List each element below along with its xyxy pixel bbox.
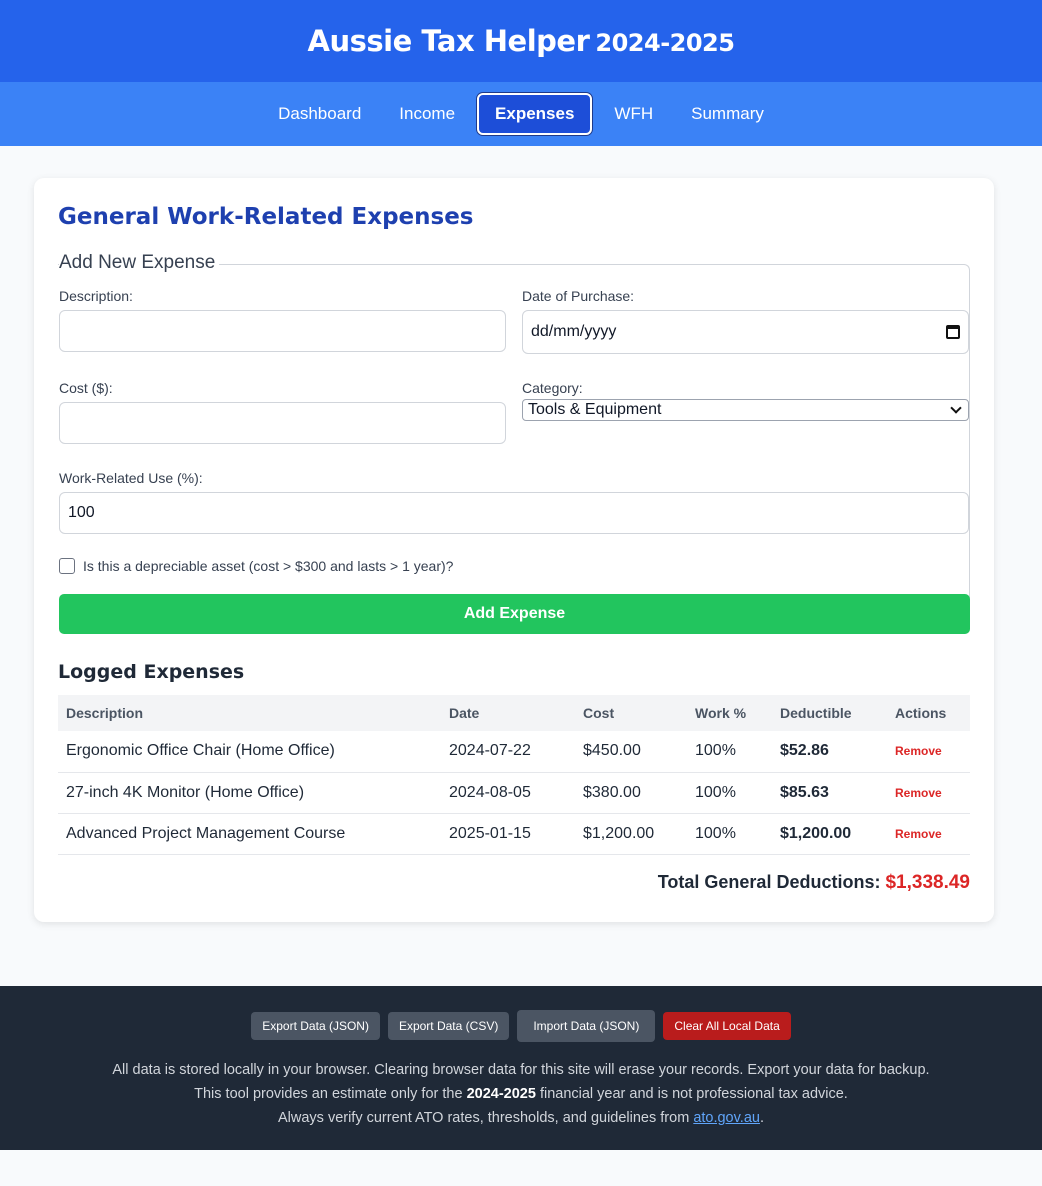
category-label: Category: — [522, 380, 583, 396]
depreciable-checkbox[interactable] — [59, 558, 75, 574]
cell-deductible: $52.86 — [772, 731, 887, 773]
cell-work: 100% — [687, 772, 772, 814]
col-actions: Actions — [887, 695, 970, 731]
tab-summary[interactable]: Summary — [675, 93, 780, 135]
footer-line-3: Always verify current ATO rates, thresho… — [0, 1106, 1042, 1130]
cell-date: 2024-07-22 — [441, 731, 575, 773]
cell-actions: Remove — [887, 772, 970, 814]
date-label: Date of Purchase: — [522, 288, 635, 304]
export-csv-button[interactable]: Export Data (CSV) — [387, 1012, 510, 1040]
cell-description: Advanced Project Management Course — [58, 813, 441, 855]
app-title: Aussie Tax Helper 2024-2025 — [308, 24, 735, 58]
table-header-row: Description Date Cost Work % Deductible … — [58, 695, 970, 731]
work-use-input[interactable]: 100 — [59, 492, 969, 534]
total-deductions: Total General Deductions: $1,338.49 — [658, 872, 970, 894]
footer-buttons: Export Data (JSON) Export Data (CSV) Imp… — [0, 1010, 1042, 1042]
description-label: Description: — [59, 288, 133, 304]
footer-line-2-post: financial year and is not professional t… — [539, 1086, 848, 1102]
remove-button[interactable]: Remove — [895, 786, 942, 800]
depreciable-row: Is this a depreciable asset (cost > $300… — [59, 558, 453, 574]
category-selected: Tools & Equipment — [528, 401, 662, 418]
export-json-button[interactable]: Export Data (JSON) — [251, 1012, 380, 1040]
total-label: Total General Deductions: — [657, 872, 881, 892]
footer: Export Data (JSON) Export Data (CSV) Imp… — [0, 986, 1042, 1150]
footer-line-2: This tool provides an estimate only for … — [0, 1082, 1042, 1106]
work-use-label: Work-Related Use (%): — [59, 470, 203, 486]
cell-actions: Remove — [887, 813, 970, 855]
total-value: $1,338.49 — [885, 872, 970, 893]
app-title-text: Aussie Tax Helper — [307, 24, 590, 58]
footer-line-1: All data is stored locally in your brows… — [112, 1062, 930, 1078]
cell-date: 2025-01-15 — [441, 813, 575, 855]
fieldset-legend: Add New Expense — [59, 252, 220, 274]
tab-expenses[interactable]: Expenses — [477, 93, 593, 135]
cell-deductible: $85.63 — [772, 772, 887, 814]
col-cost: Cost — [575, 695, 687, 731]
date-placeholder: dd/mm/yyyy — [531, 323, 617, 340]
clear-data-button[interactable]: Clear All Local Data — [663, 1012, 791, 1040]
description-input[interactable] — [59, 310, 506, 352]
col-description: Description — [58, 695, 441, 731]
calendar-icon[interactable] — [946, 325, 960, 339]
cell-deductible: $1,200.00 — [772, 813, 887, 855]
cell-actions: Remove — [887, 731, 970, 773]
app-year: 2024-2025 — [595, 29, 735, 57]
tab-wfh[interactable]: WFH — [598, 93, 669, 135]
section-title: General Work-Related Expenses — [58, 204, 474, 230]
cell-description: 27-inch 4K Monitor (Home Office) — [58, 772, 441, 814]
cell-work: 100% — [687, 813, 772, 855]
cell-work: 100% — [687, 731, 772, 773]
table-row: Ergonomic Office Chair (Home Office) 202… — [58, 731, 970, 773]
cell-cost: $380.00 — [575, 772, 687, 814]
logged-expenses-title: Logged Expenses — [58, 661, 245, 683]
cell-date: 2024-08-05 — [441, 772, 575, 814]
footer-year: 2024-2025 — [466, 1086, 536, 1102]
tab-income[interactable]: Income — [383, 93, 471, 135]
cost-input[interactable] — [59, 402, 506, 444]
app-header: Aussie Tax Helper 2024-2025 — [0, 0, 1042, 82]
table-row: 27-inch 4K Monitor (Home Office) 2024-08… — [58, 772, 970, 814]
ato-link[interactable]: ato.gov.au — [693, 1110, 760, 1126]
depreciable-label: Is this a depreciable asset (cost > $300… — [83, 558, 454, 574]
footer-line-2-pre: This tool provides an estimate only for … — [194, 1086, 463, 1102]
expenses-card: General Work-Related Expenses Add New Ex… — [34, 178, 994, 922]
expenses-table: Description Date Cost Work % Deductible … — [58, 695, 970, 855]
cell-cost: $450.00 — [575, 731, 687, 773]
add-expense-button[interactable]: Add Expense — [59, 594, 970, 634]
remove-button[interactable]: Remove — [895, 744, 942, 758]
import-json-button[interactable]: Import Data (JSON) — [517, 1010, 656, 1042]
footer-line-3-pre: Always verify current ATO rates, thresho… — [277, 1110, 690, 1126]
cost-label: Cost ($): — [59, 380, 113, 396]
cell-description: Ergonomic Office Chair (Home Office) — [58, 731, 441, 773]
footer-disclaimer: All data is stored locally in your brows… — [0, 1058, 1042, 1130]
date-input[interactable]: dd/mm/yyyy — [522, 310, 969, 354]
tab-dashboard[interactable]: Dashboard — [262, 93, 377, 135]
category-select[interactable]: Tools & Equipment — [522, 399, 969, 421]
main-nav: Dashboard Income Expenses WFH Summary — [0, 82, 1042, 146]
footer-line-3-post: . — [759, 1110, 764, 1126]
table-row: Advanced Project Management Course 2025-… — [58, 813, 970, 855]
col-deductible: Deductible — [772, 695, 887, 731]
col-work: Work % — [687, 695, 772, 731]
cell-cost: $1,200.00 — [575, 813, 687, 855]
remove-button[interactable]: Remove — [895, 827, 942, 841]
col-date: Date — [441, 695, 575, 731]
chevron-down-icon — [950, 402, 962, 414]
